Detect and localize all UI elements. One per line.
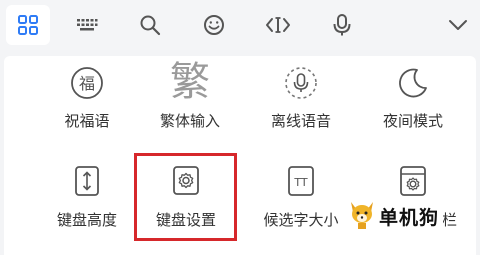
watermark-text: 单机狗: [379, 206, 440, 229]
search-button[interactable]: [128, 5, 172, 45]
keyboard-height-icon: [72, 165, 102, 197]
chevron-down-icon: [447, 14, 469, 36]
svg-text:TT: TT: [293, 176, 308, 189]
settings-partial-icon: [398, 165, 428, 197]
grid-icon: [17, 14, 39, 36]
candidate-size-icon: TT: [286, 165, 316, 197]
emoji-icon: [203, 14, 225, 36]
keyboard-toolbar-panel: 福 祝福语 繁 繁体输入 离线语音 夜间模式 键盘高度 键盘设置 TT 候选字大…: [0, 0, 480, 255]
tile-label: 繁体输入: [159, 112, 220, 130]
tile-label: 夜间模式: [382, 112, 443, 130]
keyboard-icon: [75, 16, 99, 34]
offline-voice-icon: [284, 66, 318, 100]
blessing-icon: 福: [70, 66, 104, 100]
highlight-box: [134, 153, 237, 241]
watermark: 单机狗: [347, 198, 444, 234]
tile-label: 候选字大小: [263, 211, 339, 229]
grid-menu-button[interactable]: [6, 5, 50, 45]
tile-offline-voice[interactable]: 离线语音: [245, 66, 357, 146]
voice-input-button[interactable]: [320, 5, 364, 45]
tile-candidate-size[interactable]: TT 候选字大小: [245, 165, 357, 245]
emoji-button[interactable]: [192, 5, 236, 45]
tile-label: 离线语音: [270, 112, 331, 130]
tile-label: 祝福语: [64, 112, 110, 130]
fox-mascot-icon: [347, 198, 377, 234]
night-mode-icon: [396, 66, 430, 100]
tile-traditional-input[interactable]: 繁 繁体输入: [134, 62, 246, 142]
cursor-move-button[interactable]: [256, 5, 300, 45]
traditional-chinese-icon: 繁: [170, 59, 210, 105]
tile-night-mode[interactable]: 夜间模式: [357, 66, 469, 146]
collapse-button[interactable]: [436, 5, 480, 45]
cursor-move-icon: [265, 14, 291, 36]
keyboard-layout-button[interactable]: [65, 5, 109, 45]
tile-label: 键盘高度: [56, 211, 117, 229]
tile-keyboard-height[interactable]: 键盘高度: [31, 165, 143, 245]
tile-blessing[interactable]: 福 祝福语: [31, 66, 143, 146]
svg-text:福: 福: [79, 74, 95, 93]
microphone-icon: [331, 13, 353, 37]
keyboard-toolbar: [0, 0, 480, 50]
search-icon: [139, 14, 161, 36]
